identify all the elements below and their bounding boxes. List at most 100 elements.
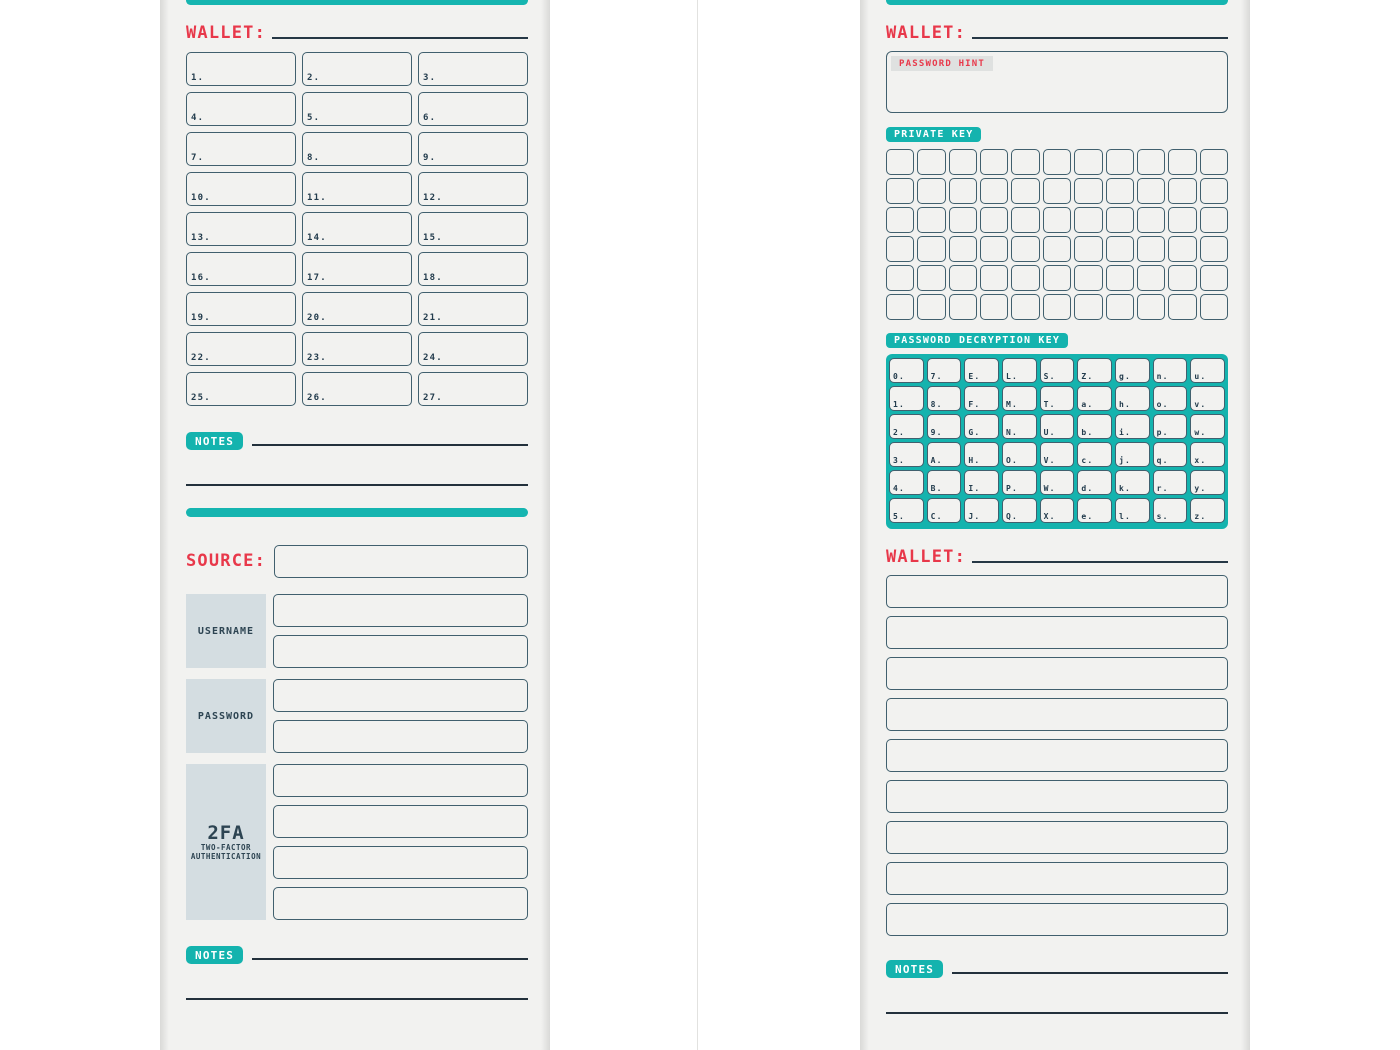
private-key-cell[interactable]: [1011, 265, 1040, 291]
credential-input-password[interactable]: [273, 679, 528, 712]
private-key-cell[interactable]: [1136, 294, 1166, 320]
wallet-seed-cell[interactable]: 4.: [186, 92, 296, 126]
wallet-address-input[interactable]: [886, 575, 1228, 608]
wallet-seed-cell[interactable]: 5.: [302, 92, 412, 126]
decryption-key-cell[interactable]: s.: [1152, 498, 1188, 523]
private-key-cell[interactable]: [886, 294, 915, 320]
decryption-key-cell[interactable]: v.: [1190, 386, 1225, 411]
decryption-key-cell[interactable]: N.: [1002, 414, 1037, 439]
wallet-seed-cell[interactable]: 3.: [418, 52, 528, 86]
private-key-cell[interactable]: [1011, 236, 1040, 262]
decryption-key-cell[interactable]: A.: [926, 442, 962, 467]
decryption-key-cell[interactable]: J.: [964, 498, 999, 523]
wallet-address-input[interactable]: [886, 903, 1228, 936]
wallet-seed-cell[interactable]: 16.: [186, 252, 296, 286]
decryption-key-cell[interactable]: i.: [1115, 414, 1150, 439]
wallet-seed-cell[interactable]: 24.: [418, 332, 528, 366]
private-key-cell[interactable]: [1105, 149, 1134, 175]
decryption-key-cell[interactable]: 7.: [926, 358, 962, 383]
credential-input-password[interactable]: [273, 720, 528, 753]
private-key-cell[interactable]: [1105, 236, 1134, 262]
decryption-key-cell[interactable]: c.: [1077, 442, 1112, 467]
private-key-cell[interactable]: [948, 265, 978, 291]
credential-input-username[interactable]: [273, 594, 528, 627]
wallet-seed-cell[interactable]: 14.: [302, 212, 412, 246]
private-key-cell[interactable]: [917, 236, 946, 262]
decryption-key-cell[interactable]: a.: [1077, 386, 1112, 411]
private-key-cell[interactable]: [1199, 294, 1228, 320]
private-key-cell[interactable]: [917, 207, 946, 233]
decryption-key-cell[interactable]: 1.: [889, 386, 924, 411]
private-key-cell[interactable]: [1199, 236, 1228, 262]
decryption-key-cell[interactable]: L.: [1002, 358, 1037, 383]
decryption-key-cell[interactable]: C.: [926, 498, 962, 523]
notes-write-line[interactable]: [186, 484, 528, 486]
notes-write-line[interactable]: [252, 958, 528, 960]
private-key-cell[interactable]: [980, 294, 1009, 320]
private-key-cell[interactable]: [1136, 149, 1166, 175]
decryption-key-cell[interactable]: g.: [1115, 358, 1150, 383]
decryption-key-cell[interactable]: u.: [1190, 358, 1225, 383]
private-key-cell[interactable]: [1136, 207, 1166, 233]
wallet-seed-cell[interactable]: 23.: [302, 332, 412, 366]
private-key-cell[interactable]: [948, 178, 978, 204]
decryption-key-cell[interactable]: h.: [1115, 386, 1150, 411]
private-key-cell[interactable]: [1074, 236, 1103, 262]
private-key-cell[interactable]: [1011, 207, 1040, 233]
private-key-cell[interactable]: [886, 178, 915, 204]
private-key-cell[interactable]: [1199, 178, 1228, 204]
notes-write-line[interactable]: [952, 972, 1228, 974]
private-key-cell[interactable]: [1105, 265, 1134, 291]
decryption-key-cell[interactable]: Z.: [1077, 358, 1112, 383]
wallet-address-input[interactable]: [886, 821, 1228, 854]
wallet-seed-cell[interactable]: 8.: [302, 132, 412, 166]
wallet-seed-cell[interactable]: 19.: [186, 292, 296, 326]
private-key-cell[interactable]: [1168, 265, 1197, 291]
private-key-cell[interactable]: [1136, 265, 1166, 291]
decryption-key-cell[interactable]: z.: [1190, 498, 1225, 523]
wallet-address-input[interactable]: [886, 862, 1228, 895]
private-key-cell[interactable]: [1168, 149, 1197, 175]
decryption-key-cell[interactable]: 2.: [889, 414, 924, 439]
private-key-cell[interactable]: [917, 178, 946, 204]
decryption-key-cell[interactable]: l.: [1115, 498, 1150, 523]
notes-write-line[interactable]: [186, 998, 528, 1000]
decryption-key-cell[interactable]: x.: [1190, 442, 1225, 467]
decryption-key-cell[interactable]: X.: [1039, 498, 1075, 523]
private-key-cell[interactable]: [1042, 207, 1072, 233]
wallet-address-input[interactable]: [886, 698, 1228, 731]
private-key-cell[interactable]: [1074, 178, 1103, 204]
notes-write-line[interactable]: [886, 1012, 1228, 1014]
wallet-seed-cell[interactable]: 13.: [186, 212, 296, 246]
decryption-key-cell[interactable]: 5.: [889, 498, 924, 523]
credential-input-2fa[interactable]: [273, 846, 528, 879]
password-hint-box[interactable]: PASSWORD HINT: [886, 51, 1228, 113]
private-key-cell[interactable]: [886, 149, 915, 175]
private-key-cell[interactable]: [1105, 294, 1134, 320]
private-key-cell[interactable]: [1199, 207, 1228, 233]
private-key-cell[interactable]: [1042, 178, 1072, 204]
wallet-seed-cell[interactable]: 25.: [186, 372, 296, 406]
private-key-cell[interactable]: [917, 149, 946, 175]
decryption-key-cell[interactable]: y.: [1190, 470, 1225, 495]
private-key-cell[interactable]: [1199, 265, 1228, 291]
private-key-cell[interactable]: [1074, 294, 1103, 320]
credential-input-username[interactable]: [273, 635, 528, 668]
private-key-cell[interactable]: [980, 149, 1009, 175]
wallet-seed-cell[interactable]: 1.: [186, 52, 296, 86]
decryption-key-cell[interactable]: Q.: [1002, 498, 1037, 523]
credential-input-2fa[interactable]: [273, 764, 528, 797]
wallet-address-input[interactable]: [886, 657, 1228, 690]
credential-input-2fa[interactable]: [273, 805, 528, 838]
decryption-key-cell[interactable]: S.: [1039, 358, 1075, 383]
decryption-key-cell[interactable]: 3.: [889, 442, 924, 467]
wallet-seed-cell[interactable]: 10.: [186, 172, 296, 206]
decryption-key-cell[interactable]: j.: [1115, 442, 1150, 467]
decryption-key-cell[interactable]: 9.: [926, 414, 962, 439]
private-key-cell[interactable]: [1168, 294, 1197, 320]
wallet-seed-cell[interactable]: 7.: [186, 132, 296, 166]
decryption-key-cell[interactable]: e.: [1077, 498, 1112, 523]
private-key-cell[interactable]: [1105, 207, 1134, 233]
source-input[interactable]: [274, 545, 528, 578]
private-key-cell[interactable]: [1042, 265, 1072, 291]
